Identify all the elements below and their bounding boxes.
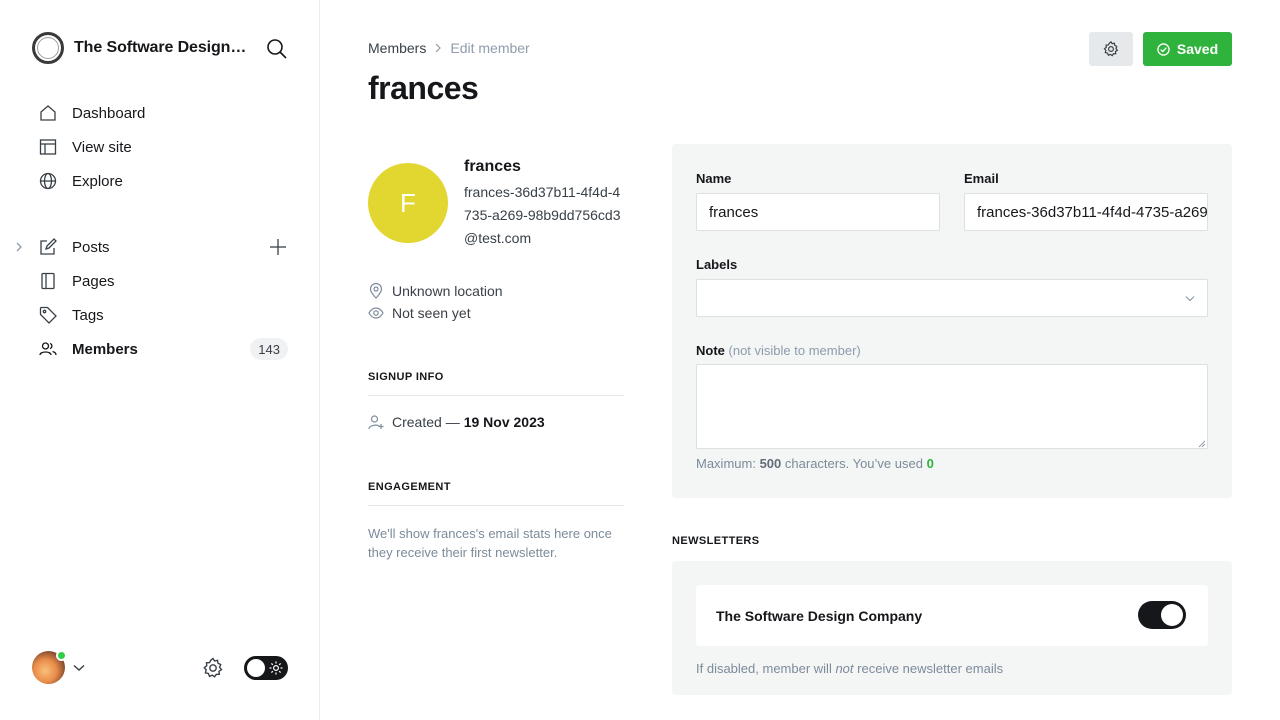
content-nav: Posts Pages Tags Members 143	[16, 230, 292, 366]
page-title: frances	[368, 70, 479, 106]
location-pin-icon	[368, 283, 384, 299]
hint-used: 0	[926, 456, 934, 471]
note-textarea[interactable]	[696, 364, 1208, 449]
created-date: 19 Nov 2023	[463, 414, 545, 430]
avatar	[32, 650, 67, 684]
hint-prefix: Maximum:	[696, 456, 756, 471]
hint-after: receive newsletter emails	[857, 661, 1004, 676]
nav-item-label: Tags	[72, 306, 104, 324]
newsletter-name: The Software Design Company	[716, 608, 923, 624]
sidebar: The Software Design Company Dashboard Vi…	[0, 0, 320, 720]
hint-before: If disabled, member will	[696, 661, 832, 676]
member-actions-button[interactable]	[1089, 32, 1133, 66]
resize-handle-icon[interactable]	[1198, 440, 1206, 448]
newsletters-panel: The Software Design Company If disabled,…	[672, 561, 1232, 695]
site-logo	[32, 32, 64, 64]
created-prefix: Created —	[392, 414, 460, 430]
note-label-text: Note	[696, 343, 725, 358]
newsletter-row: The Software Design Company	[696, 585, 1208, 646]
engagement-text: We'll show frances's email stats here on…	[368, 526, 612, 560]
email-input[interactable]: frances-36d37b11-4f4d-4735-a269-98b9dd75…	[964, 193, 1208, 231]
search-icon[interactable]	[266, 38, 288, 60]
primary-nav: Dashboard View site Explore	[32, 96, 292, 198]
members-icon	[38, 339, 58, 359]
hint-emphasis: not	[835, 661, 854, 676]
toggle-knob	[1161, 604, 1183, 626]
note-label: Note (not visible to member)	[696, 343, 861, 358]
nav-item-members[interactable]: Members 143	[32, 332, 292, 366]
page-icon	[38, 271, 58, 291]
nav-item-label: Pages	[72, 272, 115, 290]
note-sublabel: (not visible to member)	[728, 343, 861, 358]
site-brand[interactable]: The Software Design Company	[32, 32, 249, 64]
nav-item-label: Dashboard	[72, 104, 146, 122]
home-icon	[38, 103, 58, 123]
member-form-panel: Name frances Email frances-36d37b11-4f4d…	[672, 144, 1232, 498]
hint-max: 500	[759, 456, 782, 471]
site-title: The Software Design Company	[74, 39, 249, 56]
nav-item-label: View site	[72, 138, 132, 156]
created-row: Created — 19 Nov 2023	[368, 414, 545, 430]
hint-middle: characters. You’ve used	[784, 456, 923, 471]
theme-toggle[interactable]	[244, 656, 288, 680]
nav-item-label: Posts	[72, 238, 110, 256]
online-status-dot	[56, 650, 67, 661]
breadcrumb: Members Edit member	[368, 40, 530, 56]
nav-item-label: Members	[72, 340, 138, 358]
note-character-hint: Maximum: 500 characters. You’ve used 0	[696, 456, 934, 471]
layout-icon	[38, 137, 58, 157]
nav-item-posts[interactable]: Posts	[16, 230, 292, 264]
user-menu[interactable]	[32, 650, 85, 684]
add-post-icon[interactable]	[268, 237, 288, 257]
saved-button-label: Saved	[1176, 41, 1219, 57]
gear-icon	[1103, 41, 1119, 57]
saved-button[interactable]: Saved	[1143, 32, 1232, 66]
chevron-down-icon	[1185, 296, 1195, 302]
email-label: Email	[964, 171, 999, 186]
check-circle-icon	[1157, 42, 1170, 56]
eye-icon	[368, 305, 384, 321]
toggle-knob	[247, 659, 265, 677]
member-avatar: F	[368, 163, 448, 243]
last-seen-text: Not seen yet	[392, 305, 471, 321]
signup-info-heading: SIGNUP INFO	[368, 371, 624, 396]
chevron-down-icon	[73, 664, 85, 671]
sun-icon	[269, 661, 283, 675]
gear-icon[interactable]	[201, 656, 225, 680]
member-name: frances	[464, 158, 521, 175]
name-label: Name	[696, 171, 732, 186]
nav-item-dashboard[interactable]: Dashboard	[32, 96, 292, 130]
tag-icon	[38, 305, 58, 325]
member-last-seen: Not seen yet	[368, 305, 471, 321]
chevron-right-icon[interactable]	[14, 240, 24, 254]
nav-item-tags[interactable]: Tags	[32, 298, 292, 332]
breadcrumb-members-link[interactable]: Members	[368, 40, 426, 56]
labels-select[interactable]	[696, 279, 1208, 317]
pencil-icon	[38, 237, 58, 257]
user-plus-icon	[368, 414, 384, 430]
nav-item-pages[interactable]: Pages	[32, 264, 292, 298]
nav-item-view-site[interactable]: View site	[32, 130, 292, 164]
members-count-badge: 143	[250, 338, 288, 360]
location-text: Unknown location	[392, 283, 503, 299]
newsletter-subscription-toggle[interactable]	[1138, 601, 1186, 629]
globe-icon	[38, 171, 58, 191]
member-location: Unknown location	[368, 283, 503, 299]
engagement-heading: ENGAGEMENT	[368, 481, 624, 506]
member-email: frances-36d37b11-4f4d-4735-a269-98b9dd75…	[464, 184, 621, 246]
labels-label: Labels	[696, 257, 738, 272]
nav-item-label: Explore	[72, 172, 123, 190]
newsletter-hint: If disabled, member will not receive new…	[696, 661, 1003, 676]
nav-item-explore[interactable]: Explore	[32, 164, 292, 198]
breadcrumb-current: Edit member	[450, 40, 530, 56]
chevron-right-icon	[435, 43, 442, 53]
newsletters-heading: NEWSLETTERS	[672, 535, 760, 547]
name-input[interactable]: frances	[696, 193, 940, 231]
